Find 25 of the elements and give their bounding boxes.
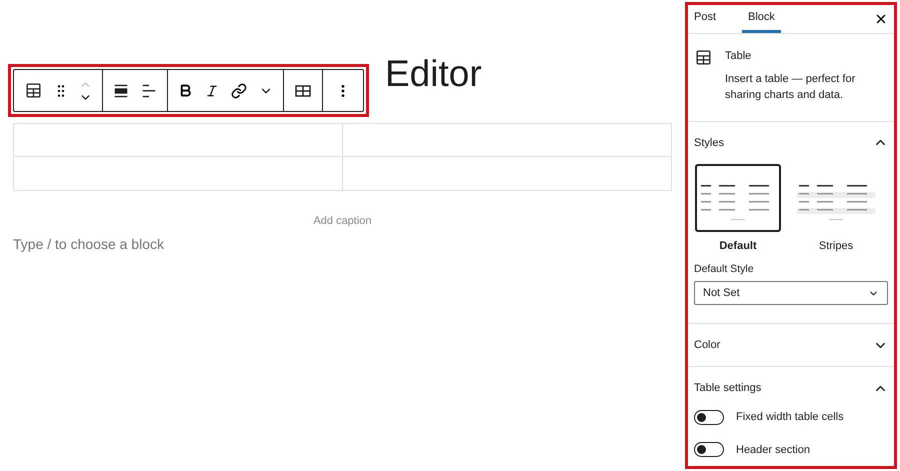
style-option[interactable]: Stripes <box>792 164 880 254</box>
table-icon <box>694 48 713 68</box>
table-settings-panel-header[interactable]: Table settings <box>694 367 888 409</box>
field-label: Default Style <box>694 262 755 278</box>
block-name: Table <box>725 49 752 64</box>
styles-panel-header[interactable]: Styles <box>694 122 888 164</box>
block-placeholder[interactable]: Type / to choose a block <box>13 234 672 254</box>
sidebar-tab[interactable]: Post <box>694 5 716 34</box>
table-icon <box>24 81 43 100</box>
italic-icon[interactable] <box>205 84 219 98</box>
align-left-icon[interactable] <box>141 82 157 98</box>
toggle-label: Header section <box>736 442 810 458</box>
toggle-switch[interactable] <box>694 410 724 425</box>
toggle-label: Fixed width table cells <box>736 410 844 425</box>
sidebar-tab[interactable]: Block <box>742 5 781 34</box>
align-full-icon[interactable] <box>113 82 129 98</box>
select-field[interactable]: Not Set <box>694 281 888 305</box>
bold-icon[interactable] <box>178 83 193 98</box>
link-icon[interactable] <box>231 82 247 98</box>
style-option[interactable]: Default <box>694 164 782 254</box>
post-title[interactable]: Editor <box>385 52 482 96</box>
block-description: Insert a table — perfect for sharing charts and data. <box>725 72 856 103</box>
color-panel-header[interactable]: Color <box>694 324 888 366</box>
block-type-button[interactable] <box>24 81 43 100</box>
toggle-switch[interactable] <box>694 442 724 458</box>
